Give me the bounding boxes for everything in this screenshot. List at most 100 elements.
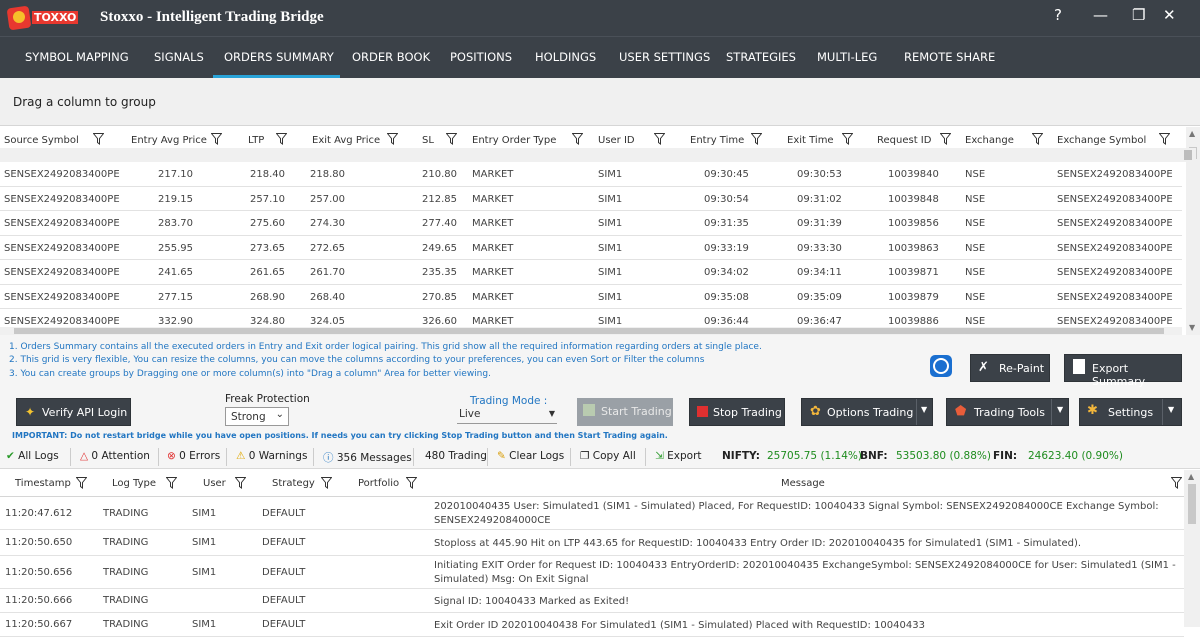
- filter-icon[interactable]: [387, 133, 398, 145]
- filter-icon[interactable]: [166, 477, 177, 489]
- filter-icon[interactable]: [406, 477, 417, 489]
- col-header-entry-avg-price[interactable]: Entry Avg Price: [131, 135, 207, 146]
- order-row[interactable]: SENSEX2492083400PE 255.95 273.65 272.65 249.…: [0, 236, 1182, 260]
- settings-dropdown-icon[interactable]: ▼: [1168, 405, 1174, 414]
- export-button[interactable]: ⇲ Export: [655, 450, 702, 462]
- cell-ltp: 275.60: [250, 218, 285, 229]
- all-logs-tab[interactable]: ✔ All Logs: [6, 450, 59, 462]
- settings-button[interactable]: ✱ Settings ▼: [1079, 398, 1182, 426]
- filter-icon[interactable]: [751, 133, 762, 145]
- order-row[interactable]: SENSEX2492083400PE 219.15 257.10 257.00 212.…: [0, 187, 1182, 211]
- stop-trading-button[interactable]: Stop Trading: [689, 398, 785, 426]
- log-header-strategy[interactable]: Strategy: [272, 478, 315, 489]
- group-drop-area[interactable]: Drag a column to group: [0, 78, 1200, 126]
- tab-multi-leg[interactable]: MULTI-LEG: [817, 50, 877, 64]
- bottom-scroll-thumb[interactable]: [14, 328, 1164, 334]
- col-header-ltp[interactable]: LTP: [248, 135, 264, 146]
- filter-icon[interactable]: [654, 133, 665, 145]
- filter-icon[interactable]: [1171, 477, 1182, 489]
- filter-icon[interactable]: [446, 133, 457, 145]
- col-header-sl[interactable]: SL: [422, 135, 434, 146]
- freak-protection-select[interactable]: Strong ⌄: [225, 407, 289, 426]
- clear-logs-button[interactable]: ✎ Clear Logs: [497, 450, 564, 462]
- filter-icon[interactable]: [76, 477, 87, 489]
- col-header-entry-order-type[interactable]: Entry Order Type: [472, 135, 556, 146]
- log-row[interactable]: 11:20:50.666 TRADING DEFAULT Signal ID: 100…: [0, 589, 1184, 613]
- log-row[interactable]: 11:20:50.650 TRADING SIM1 DEFAULT Stoploss a…: [0, 530, 1184, 556]
- tab-signals[interactable]: SIGNALS: [154, 50, 204, 64]
- log-scroll-up-icon[interactable]: ▲: [1188, 472, 1194, 481]
- trading-tab[interactable]: 480 Trading: [425, 450, 487, 462]
- log-header-message[interactable]: Message: [781, 478, 825, 489]
- log-header-timestamp[interactable]: Timestamp: [15, 478, 71, 489]
- log-scroll-thumb[interactable]: [1188, 484, 1196, 524]
- order-row[interactable]: SENSEX2492083400PE 277.15 268.90 268.40 270.…: [0, 285, 1182, 309]
- cell-ltp: 261.65: [250, 267, 285, 278]
- filter-icon[interactable]: [321, 477, 332, 489]
- help-button[interactable]: ?: [1054, 6, 1062, 24]
- start-trading-button[interactable]: Start Trading: [577, 398, 673, 426]
- filter-icon[interactable]: [211, 133, 222, 145]
- tab-strategies[interactable]: STRATEGIES: [726, 50, 796, 64]
- trading-tools-button[interactable]: ⬟ Trading Tools ▼: [946, 398, 1069, 426]
- tab-remote-share[interactable]: REMOTE SHARE: [904, 50, 995, 64]
- col-header-exit-avg-price[interactable]: Exit Avg Price: [312, 135, 380, 146]
- filter-icon[interactable]: [842, 133, 853, 145]
- options-trading-button[interactable]: ✿ Options Trading ▼: [801, 398, 933, 426]
- filter-icon[interactable]: [1159, 133, 1170, 145]
- close-button[interactable]: ✕: [1163, 6, 1176, 24]
- order-row[interactable]: SENSEX2492083400PE 241.65 261.65 261.70 235.…: [0, 260, 1182, 285]
- log-row[interactable]: 11:20:47.612 TRADING SIM1 DEFAULT 2020100404…: [0, 497, 1184, 530]
- repaint-button[interactable]: ✗ Re-Paint: [970, 354, 1050, 382]
- col-header-exchange-symbol[interactable]: Exchange Symbol: [1057, 135, 1146, 146]
- tab-positions[interactable]: POSITIONS: [450, 50, 512, 64]
- order-row[interactable]: SENSEX2492083400PE 217.10 218.40 218.80 210.…: [0, 162, 1182, 187]
- cell-ltp: 273.65: [250, 242, 285, 254]
- verify-api-login-button[interactable]: ✦ Verify API Login: [16, 398, 131, 426]
- log-vertical-scrollbar[interactable]: ▲: [1184, 470, 1200, 627]
- log-header-log-type[interactable]: Log Type: [112, 478, 156, 489]
- main-nav: SYMBOL MAPPING SIGNALS ORDERS SUMMARY OR…: [0, 36, 1200, 78]
- tab-symbol-mapping[interactable]: SYMBOL MAPPING: [25, 50, 129, 64]
- filter-icon[interactable]: [93, 133, 104, 145]
- export-summary-button[interactable]: Export Summary: [1064, 354, 1182, 388]
- col-header-request-id[interactable]: Request ID: [877, 135, 931, 146]
- log-row[interactable]: 11:20:50.667 TRADING SIM1 DEFAULT Exit Order…: [0, 613, 1184, 637]
- tab-order-book[interactable]: ORDER BOOK: [352, 50, 430, 64]
- trading-mode-select[interactable]: Live ▼: [457, 407, 557, 424]
- col-header-exit-time[interactable]: Exit Time: [787, 135, 834, 146]
- errors-tab[interactable]: ⊗ 0 Errors: [167, 450, 220, 462]
- orders-horizontal-scrollbar[interactable]: [0, 148, 1196, 162]
- options-dropdown-icon[interactable]: ▼: [921, 405, 927, 414]
- orders-bottom-scrollbar[interactable]: [0, 327, 1182, 335]
- messages-tab[interactable]: ⓘ 356 Messages: [323, 450, 412, 465]
- filter-icon[interactable]: [572, 133, 583, 145]
- warnings-tab[interactable]: ⚠ 0 Warnings: [236, 450, 307, 462]
- filter-icon[interactable]: [1032, 133, 1043, 145]
- tab-holdings[interactable]: HOLDINGS: [535, 50, 596, 64]
- hscroll-thumb[interactable]: [1184, 150, 1192, 160]
- filter-icon[interactable]: [276, 133, 287, 145]
- attention-tab[interactable]: △ 0 Attention: [80, 450, 150, 462]
- log-header-user[interactable]: User: [203, 478, 226, 489]
- col-header-entry-time[interactable]: Entry Time: [690, 135, 744, 146]
- restore-button[interactable]: ❐: [1132, 6, 1145, 24]
- col-header-exchange[interactable]: Exchange: [965, 135, 1014, 146]
- col-header-user-id[interactable]: User ID: [598, 135, 635, 146]
- cell-user-id: SIM1: [598, 316, 623, 327]
- log-row[interactable]: 11:20:50.656 TRADING SIM1 DEFAULT Initiating…: [0, 556, 1184, 589]
- order-row[interactable]: SENSEX2492083400PE 283.70 275.60 274.30 277.…: [0, 211, 1182, 236]
- tab-orders-summary[interactable]: ORDERS SUMMARY: [224, 50, 334, 64]
- filter-icon[interactable]: [940, 133, 951, 145]
- tools-dropdown-icon[interactable]: ▼: [1057, 405, 1063, 414]
- compass-icon[interactable]: [930, 355, 952, 377]
- scroll-up-icon[interactable]: ▲: [1189, 129, 1195, 138]
- copy-all-button[interactable]: ❐ Copy All: [580, 450, 636, 462]
- tab-user-settings[interactable]: USER SETTINGS: [619, 50, 710, 64]
- cell-exit-avg-price: 272.65: [310, 242, 345, 254]
- scroll-down-icon[interactable]: ▼: [1189, 323, 1195, 332]
- minimize-button[interactable]: —: [1093, 6, 1108, 24]
- filter-icon[interactable]: [235, 477, 246, 489]
- col-header-source-symbol[interactable]: Source Symbol: [4, 135, 79, 146]
- log-header-portfolio[interactable]: Portfolio: [358, 478, 399, 489]
